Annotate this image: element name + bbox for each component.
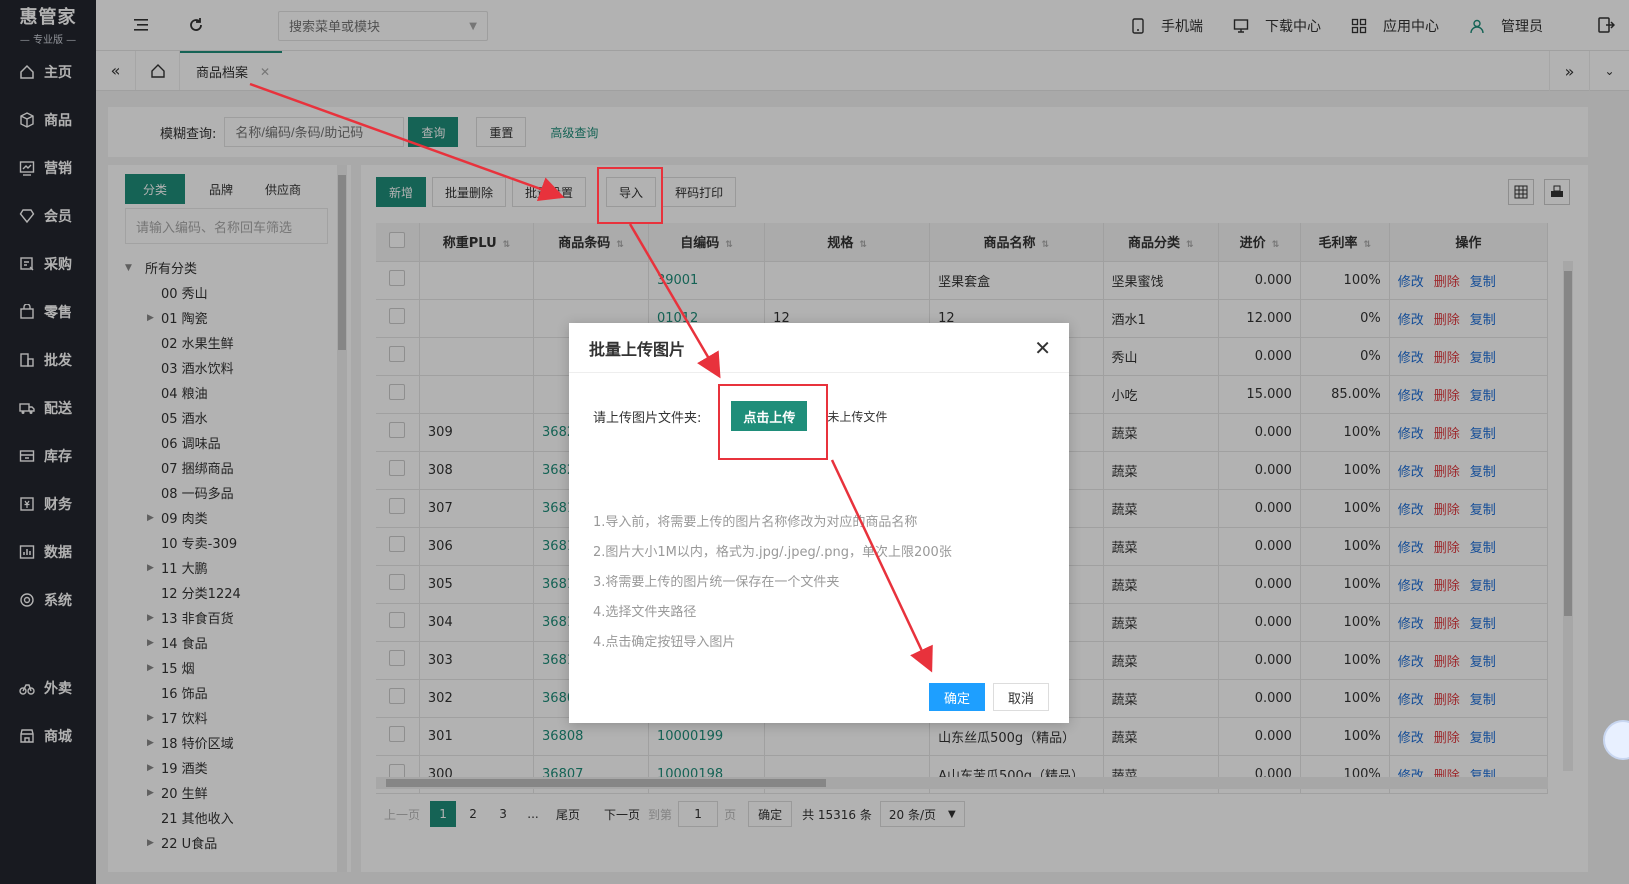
annotation-box-import [597, 167, 663, 224]
batch-upload-modal: 批量上传图片 ✕ 请上传图片文件夹: 点击上传 未上传文件 1.导入前，将需要上… [569, 323, 1069, 723]
hint-line: 3.将需要上传的图片统一保存在一个文件夹 [593, 575, 840, 590]
hint-line: 2.图片大小1M以内，格式为.jpg/.jpeg/.png，单次上限200张 [593, 545, 952, 560]
upload-status: 未上传文件 [827, 409, 888, 424]
upload-label: 请上传图片文件夹: [593, 410, 702, 426]
cancel-button[interactable]: 取消 [992, 683, 1049, 711]
close-icon[interactable]: ✕ [1034, 338, 1051, 358]
confirm-button[interactable]: 确定 [928, 683, 985, 711]
upload-hints: 1.导入前，将需要上传的图片名称修改为对应的商品名称 2.图片大小1M以内，格式为… [593, 508, 952, 658]
modal-title: 批量上传图片 [589, 339, 686, 359]
hint-line: 4.点击确定按钮导入图片 [593, 635, 736, 650]
annotation-box-upload [718, 384, 828, 460]
hint-line: 1.导入前，将需要上传的图片名称修改为对应的商品名称 [593, 515, 918, 530]
modal-header: 批量上传图片 ✕ [569, 323, 1069, 373]
hint-line: 4.选择文件夹路径 [593, 605, 697, 620]
